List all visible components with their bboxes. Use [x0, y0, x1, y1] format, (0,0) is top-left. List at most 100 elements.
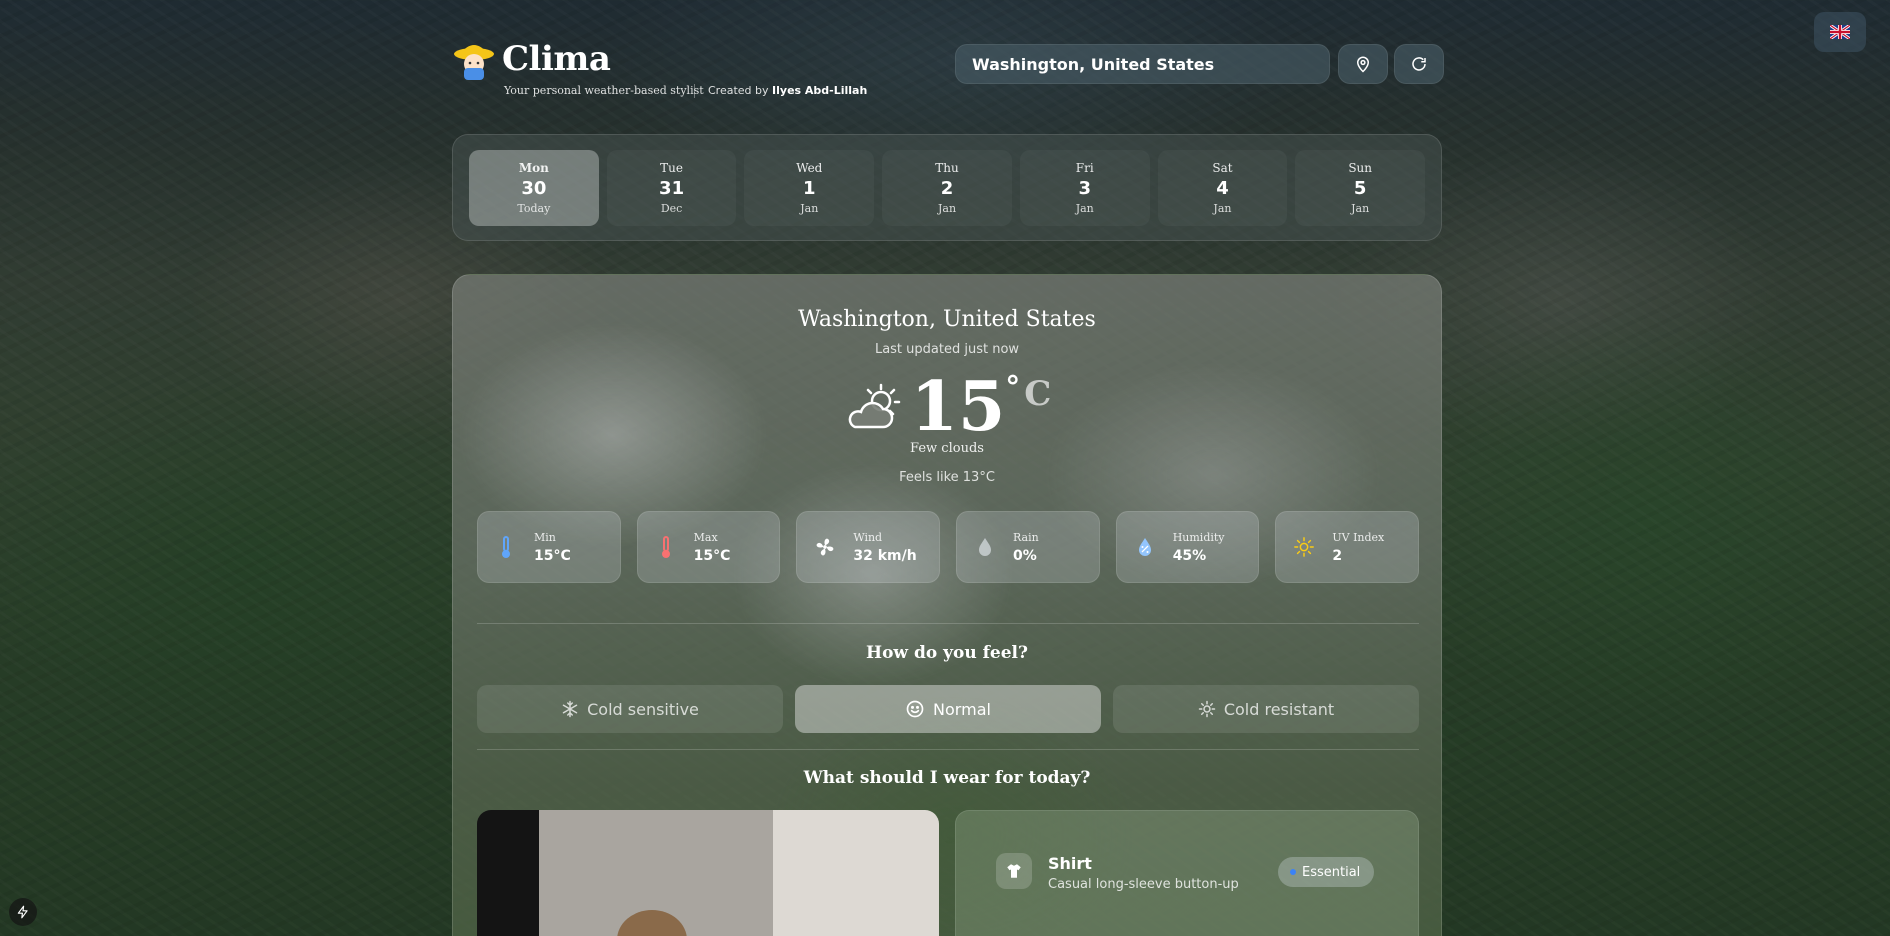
- brand-tagline: Your personal weather-based stylist: [504, 84, 704, 97]
- temperature-value: 15: [910, 367, 1006, 447]
- stat-rain: Rain 0%: [956, 511, 1100, 583]
- brand: Clima Your personal weather-based stylis…: [452, 38, 867, 98]
- essential-badge: Essential: [1278, 857, 1375, 887]
- day-name: Sat: [1212, 160, 1233, 175]
- lightning-icon: [17, 905, 28, 919]
- day-name: Sun: [1348, 160, 1373, 175]
- item-name: Shirt: [1048, 854, 1092, 873]
- badge-dot: [1290, 869, 1296, 875]
- shirt-icon: [996, 853, 1032, 889]
- snowflake-icon: [562, 700, 578, 718]
- temperature-display: 15 ° C: [453, 367, 1441, 447]
- day-tab-mon[interactable]: Mon 30 Today: [469, 149, 599, 226]
- refresh-icon: [1412, 57, 1426, 71]
- stat-uv-index: UV Index 2: [1275, 511, 1420, 583]
- wear-section-title: What should I wear for today?: [803, 768, 1091, 788]
- refresh-button[interactable]: [1394, 44, 1444, 84]
- day-date: 5: [1353, 177, 1367, 199]
- humidity-icon: [1133, 535, 1157, 559]
- temperature-unit-toggle[interactable]: C: [1024, 377, 1051, 411]
- day-sub: Dec: [660, 201, 683, 215]
- day-sub: Today: [517, 201, 551, 215]
- weather-stats: Min 15°C Max 15°C Wind 32 km/h Rain 0% Humid…: [477, 511, 1420, 583]
- day-name: Wed: [796, 160, 823, 175]
- day-tab-sun[interactable]: Sun 5 Jan: [1295, 149, 1426, 226]
- stat-label: Min: [534, 530, 556, 544]
- stat-wind: Wind 32 km/h: [796, 511, 941, 583]
- cold-sensitive-button[interactable]: Cold sensitive: [477, 685, 783, 733]
- stat-value: 0%: [1013, 547, 1037, 564]
- day-date: 31: [659, 177, 685, 199]
- stat-label: Rain: [1013, 530, 1039, 544]
- geolocate-button[interactable]: [1338, 44, 1388, 84]
- feel-label: Cold resistant: [1223, 699, 1335, 719]
- day-tab-wed[interactable]: Wed 1 Jan: [744, 149, 875, 226]
- divider: [477, 749, 1419, 750]
- feel-label: Cold sensitive: [587, 699, 699, 719]
- model-figure: [617, 910, 687, 936]
- stat-label: UV Index: [1332, 530, 1385, 544]
- day-date: 4: [1216, 177, 1229, 199]
- day-sub: Jan: [800, 201, 819, 215]
- day-tab-thu[interactable]: Thu 2 Jan: [882, 149, 1012, 226]
- day-sub: Jan: [937, 201, 957, 215]
- fan-icon: [813, 535, 837, 559]
- stat-label: Wind: [853, 530, 883, 544]
- day-selector: Mon 30 Today Tue 31 Dec Wed 1 Jan Thu 2 …: [452, 134, 1442, 241]
- day-tab-sat[interactable]: Sat 4 Jan: [1157, 149, 1288, 226]
- language-switch-button[interactable]: [1814, 12, 1866, 52]
- uk-flag-icon: [1830, 25, 1850, 39]
- smile-icon: [906, 700, 924, 718]
- day-sub: Jan: [1075, 201, 1094, 215]
- badge-label: Essential: [1302, 864, 1361, 880]
- day-name: Tue: [660, 160, 683, 175]
- item-description: Casual long-sleeve button-up: [1048, 877, 1239, 892]
- day-tab-fri[interactable]: Fri 3 Jan: [1019, 149, 1150, 226]
- logo-icon: [454, 45, 494, 80]
- day-sub: Jan: [1351, 201, 1370, 215]
- day-tab-tue[interactable]: Tue 31 Dec: [606, 149, 737, 226]
- stat-max: Max 15°C: [636, 511, 781, 583]
- normal-button[interactable]: Normal: [795, 685, 1101, 733]
- stat-value: 32 km/h: [853, 547, 917, 564]
- quick-action-button[interactable]: [9, 898, 37, 926]
- weather-panel: Washington, United States Last updated j…: [452, 274, 1442, 936]
- credit-author-link[interactable]: Ilyes Abd-Lillah: [772, 84, 867, 97]
- day-date: 1: [803, 177, 816, 199]
- stat-min: Min 15°C: [477, 511, 621, 583]
- credit-prefix: Created by: [708, 84, 769, 97]
- day-name: Fri: [1075, 160, 1094, 175]
- feel-section-title: How do you feel?: [866, 643, 1028, 663]
- location-search-input[interactable]: Washington, United States: [955, 44, 1330, 84]
- stat-value: 15°C: [693, 547, 731, 564]
- cold-resistant-button[interactable]: Cold resistant: [1113, 685, 1419, 733]
- brand-credit: Created by Ilyes Abd-Lillah: [708, 84, 867, 97]
- day-name: Thu: [935, 160, 959, 175]
- sun-gear-icon: [1198, 700, 1216, 718]
- day-date: 30: [521, 177, 547, 199]
- day-date: 3: [1078, 177, 1091, 199]
- stat-label: Max: [693, 530, 718, 544]
- partly-cloudy-icon: [848, 383, 900, 429]
- brand-title: Clima: [502, 39, 611, 79]
- last-updated: Last updated just now: [874, 342, 1020, 357]
- day-sub: Jan: [1213, 201, 1232, 215]
- day-date: 2: [940, 177, 954, 199]
- stat-value: 15°C: [534, 547, 571, 564]
- feel-label: Normal: [933, 699, 991, 719]
- location-pin-icon: [1356, 56, 1370, 73]
- feel-selector: Cold sensitive Normal Cold resistant: [477, 685, 1419, 733]
- temperature-degree: °: [1005, 370, 1021, 405]
- feels-like-text: Feels like 13°C: [899, 470, 995, 485]
- outfit-photo: [477, 810, 939, 936]
- thermometer-hot-icon: [654, 535, 678, 559]
- brand-divider: [694, 84, 695, 98]
- raindrop-icon: [973, 535, 997, 559]
- divider: [477, 623, 1419, 624]
- stat-value: 2: [1332, 547, 1343, 564]
- thermometer-cold-icon: [494, 535, 518, 559]
- clothing-item-card[interactable]: Shirt Casual long-sleeve button-up Essen…: [955, 810, 1419, 936]
- location-title: Washington, United States: [798, 307, 1096, 332]
- stat-label: Humidity: [1172, 530, 1225, 544]
- condition-text: Few clouds: [910, 441, 984, 456]
